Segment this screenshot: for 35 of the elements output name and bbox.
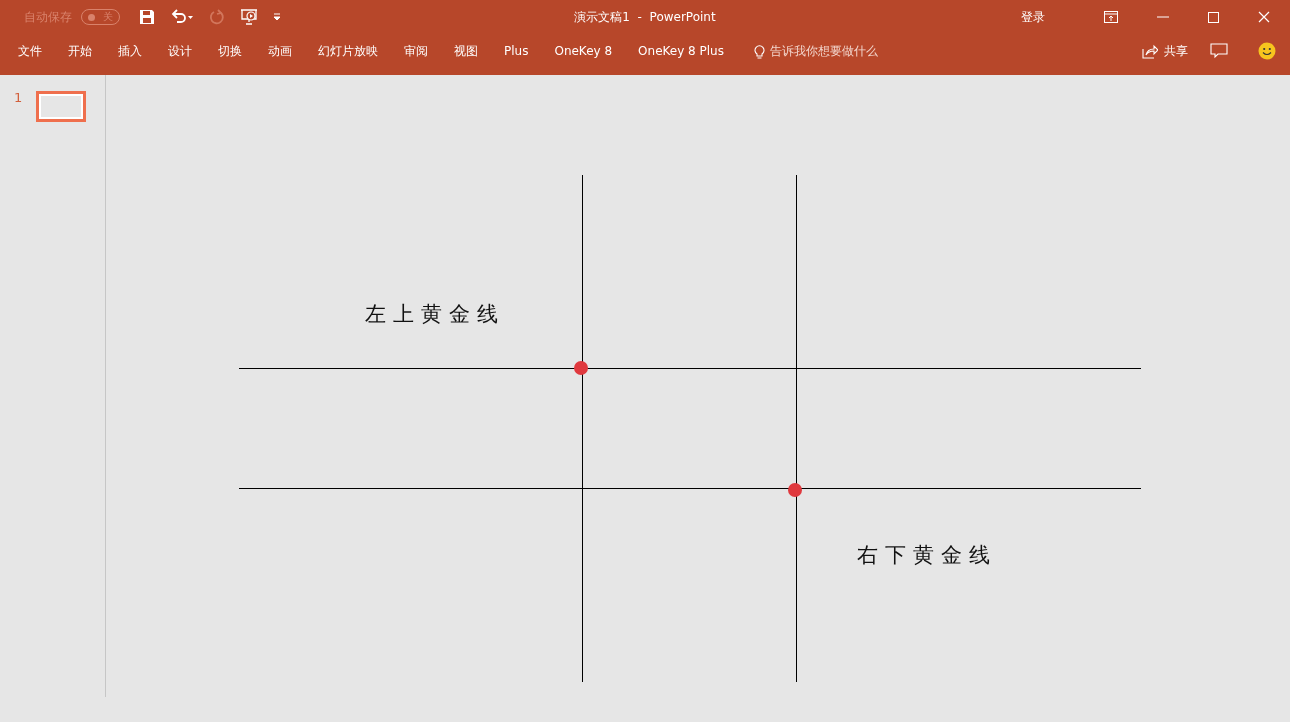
slide-number: 1 <box>14 91 23 105</box>
share-button[interactable]: 共享 <box>1142 42 1188 60</box>
ribbon-tab[interactable]: 切换 <box>208 38 252 64</box>
ribbon-tab[interactable]: 视图 <box>444 38 488 64</box>
window-title: 演示文稿1 - PowerPoint <box>574 8 716 26</box>
save-icon[interactable] <box>139 9 155 25</box>
ribbon-display-icon[interactable] <box>1104 11 1118 23</box>
tell-me-field[interactable]: 告诉我你想要做什么 <box>753 42 878 60</box>
ribbon-tab[interactable]: 设计 <box>158 38 202 64</box>
redo-icon <box>209 9 225 25</box>
ribbon-tab[interactable]: OneKey 8 <box>544 40 623 62</box>
close-icon[interactable] <box>1258 11 1270 23</box>
ribbon-tab[interactable]: 插入 <box>108 38 152 64</box>
share-icon <box>1142 43 1158 59</box>
undo-icon[interactable] <box>170 9 194 25</box>
ribbon-tab[interactable]: 幻灯片放映 <box>308 38 388 64</box>
intersection-dot <box>788 483 802 497</box>
ribbon-tab[interactable]: 审阅 <box>394 38 438 64</box>
slideshow-icon[interactable] <box>240 8 258 26</box>
customize-menu-icon[interactable] <box>273 13 281 21</box>
ribbon-tab[interactable]: 开始 <box>58 38 102 64</box>
ribbon-tab[interactable]: Plus <box>494 40 539 62</box>
smiley-icon[interactable] <box>1258 42 1276 60</box>
maximize-icon[interactable] <box>1208 11 1219 23</box>
autosave-label: 自动保存 <box>24 8 72 26</box>
sign-in-link[interactable]: 登录 <box>1021 8 1045 26</box>
lightbulb-icon <box>753 43 765 59</box>
slide-label: 右下黄金线 <box>857 545 997 566</box>
intersection-dot <box>574 361 588 375</box>
ribbon-tab[interactable]: OneKey 8 Plus <box>628 40 734 62</box>
slide-thumbnail[interactable] <box>36 91 87 122</box>
ribbon-tab[interactable]: 动画 <box>258 38 302 64</box>
slide-label: 左上黄金线 <box>365 304 505 325</box>
ribbon-tab[interactable]: 文件 <box>8 38 52 64</box>
comment-icon[interactable] <box>1210 43 1228 59</box>
